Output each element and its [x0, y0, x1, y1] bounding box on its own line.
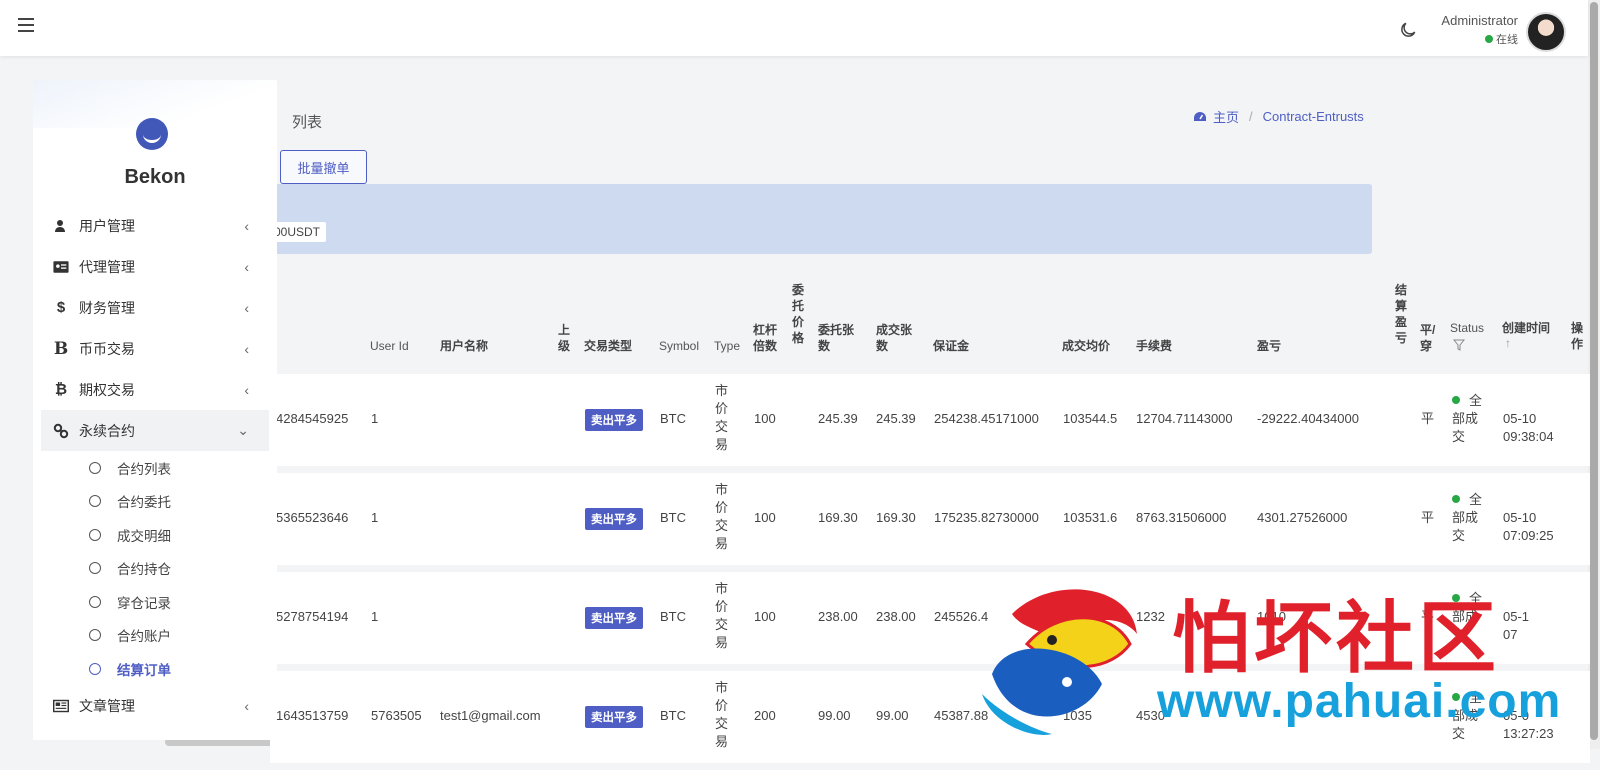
col-parent[interactable]: 上级 — [558, 322, 570, 354]
avatar[interactable] — [1526, 12, 1566, 52]
circle-icon — [89, 562, 101, 575]
sidebar: Bekon 用户管理 ‹ 代理管理 ‹ $ 财务管理 ‹ B 币币交易 ‹ ₿ 期权交易… — [33, 80, 277, 740]
status-badge: 全部成交 — [1452, 690, 1483, 741]
status-dot-icon — [1452, 693, 1460, 701]
sidebar-item-agents[interactable]: 代理管理 ‹ — [33, 246, 277, 287]
col-action: 操作 — [1571, 321, 1584, 351]
admin-name[interactable]: Administrator — [1441, 13, 1518, 28]
breadcrumb: 主页 / Contract-Entrusts — [1193, 107, 1364, 126]
trade-type-badge: 卖出平多 — [585, 409, 643, 431]
sidebar-item-users[interactable]: 用户管理 ‹ — [33, 205, 277, 246]
sidebar-item-finance[interactable]: $ 财务管理 ‹ — [33, 287, 277, 328]
sidebar-menu: 用户管理 ‹ 代理管理 ‹ $ 财务管理 ‹ B 币币交易 ‹ ₿ 期权交易 ‹ 永续合约… — [33, 205, 277, 727]
table-row[interactable]: 5278754194 1 卖出平多 BTC 市价交易 100 238.00 23… — [270, 572, 1590, 664]
admin-status: 在线 — [1485, 31, 1518, 47]
col-settle-pnl[interactable]: 结算盈亏 — [1395, 282, 1407, 346]
page-title: 列表 — [292, 114, 323, 131]
circle-icon — [89, 528, 101, 541]
col-trade-type[interactable]: 交易类型 — [584, 338, 632, 354]
dashboard-icon — [1194, 111, 1206, 121]
chevron-down-icon: ⌄ — [237, 422, 249, 438]
sidebar-item-options[interactable]: ₿ 期权交易 ‹ — [33, 369, 277, 410]
status-badge: 全部成交 — [1452, 393, 1483, 444]
circle-icon — [89, 461, 101, 474]
top-bar: Administrator 在线 — [0, 0, 1588, 56]
table-header: User Id 用户名称 上级 交易类型 Symbol Type 杠杆倍数 委托… — [270, 276, 1590, 374]
col-username[interactable]: 用户名称 — [440, 338, 488, 354]
brand-name: Bekon — [124, 166, 186, 188]
sidebar-subitem-accounts[interactable]: 合约账户 — [33, 619, 277, 653]
summary-panel: 00USDT — [270, 184, 1372, 254]
circle-icon — [89, 595, 101, 608]
link-icon — [53, 423, 69, 439]
col-deal-qty[interactable]: 成交张数 — [876, 322, 916, 354]
trade-type-badge: 卖出平多 — [585, 508, 643, 530]
col-userid[interactable]: User Id — [370, 338, 409, 354]
circle-icon — [89, 629, 101, 642]
brand-logo-icon — [136, 118, 168, 150]
entrusts-table: User Id 用户名称 上级 交易类型 Symbol Type 杠杆倍数 委托… — [270, 276, 1590, 770]
col-fee[interactable]: 手续费 — [1136, 338, 1172, 354]
sidebar-item-spot[interactable]: B 币币交易 ‹ — [33, 328, 277, 369]
sidebar-subitem-liquidations[interactable]: 穿仓记录 — [33, 585, 277, 619]
sidebar-item-perpetual[interactable]: 永续合约 ⌄ — [41, 410, 269, 451]
menu-toggle-icon[interactable] — [18, 18, 34, 32]
online-dot-icon — [1485, 35, 1493, 43]
col-status[interactable]: Status — [1450, 320, 1484, 336]
moon-icon[interactable] — [1398, 20, 1418, 40]
table-row[interactable]: 1643513759 5763505 test1@gmail.com 卖出平多 … — [270, 671, 1590, 763]
status-dot-icon — [1452, 495, 1460, 503]
chevron-left-icon: ‹ — [244, 217, 249, 234]
breadcrumb-home[interactable]: 主页 — [1213, 107, 1239, 126]
col-close-type[interactable]: 平/穿 — [1420, 322, 1446, 354]
circle-icon — [89, 662, 101, 675]
col-created[interactable]: 创建时间 — [1502, 320, 1550, 336]
breadcrumb-current: Contract-Entrusts — [1262, 109, 1364, 124]
col-entrust-price[interactable]: 委托价格 — [792, 282, 804, 346]
table-row[interactable]: 5365523646 1 卖出平多 BTC 市价交易 100 169.30 16… — [270, 473, 1590, 565]
col-leverage[interactable]: 杠杆倍数 — [753, 322, 779, 354]
status-badge: 全部成交 — [1452, 591, 1483, 642]
user-shield-icon — [53, 218, 69, 234]
chevron-left-icon: ‹ — [244, 258, 249, 275]
chevron-left-icon: ‹ — [244, 381, 249, 398]
batch-cancel-button[interactable]: 批量撤单 — [280, 150, 367, 184]
chevron-left-icon: ‹ — [244, 698, 249, 714]
summary-chip: 00USDT — [270, 222, 327, 242]
newspaper-icon — [53, 698, 69, 714]
id-card-icon — [53, 259, 69, 275]
trade-type-badge: 卖出平多 — [585, 607, 643, 629]
col-type[interactable]: Type — [714, 338, 740, 354]
col-pnl[interactable]: 盈亏 — [1257, 338, 1281, 354]
sidebar-subitem-contract-entrusts[interactable]: 合约委托 — [33, 485, 277, 519]
bitcoin-icon: ₿ — [54, 381, 68, 398]
trade-type-badge: 卖出平多 — [585, 706, 643, 728]
col-margin[interactable]: 保证金 — [933, 338, 969, 354]
status-dot-icon — [1452, 594, 1460, 602]
sidebar-subitem-contract-list[interactable]: 合约列表 — [33, 451, 277, 485]
bold-b-icon: B — [53, 338, 69, 359]
filter-icon[interactable] — [1453, 339, 1465, 351]
sidebar-subitem-settlements[interactable]: 结算订单 — [33, 652, 277, 686]
table-row[interactable]: 4284545925 1 卖出平多 BTC 市价交易 100 245.39 24… — [270, 374, 1590, 466]
col-entrust-qty[interactable]: 委托张数 — [818, 322, 858, 354]
chevron-left-icon: ‹ — [244, 340, 249, 357]
sidebar-item-articles[interactable]: 文章管理 ‹ — [33, 686, 277, 727]
chevron-left-icon: ‹ — [244, 299, 249, 316]
col-avg-price[interactable]: 成交均价 — [1062, 338, 1110, 354]
dollar-icon: $ — [56, 299, 66, 316]
status-badge: 全部成交 — [1452, 492, 1483, 543]
circle-icon — [89, 495, 101, 508]
status-dot-icon — [1452, 396, 1460, 404]
sidebar-subitem-deal-details[interactable]: 成交明细 — [33, 518, 277, 552]
col-symbol[interactable]: Symbol — [659, 338, 699, 354]
sidebar-subitem-positions[interactable]: 合约持仓 — [33, 552, 277, 586]
sort-arrow-icon[interactable]: ↑ — [1505, 336, 1511, 350]
